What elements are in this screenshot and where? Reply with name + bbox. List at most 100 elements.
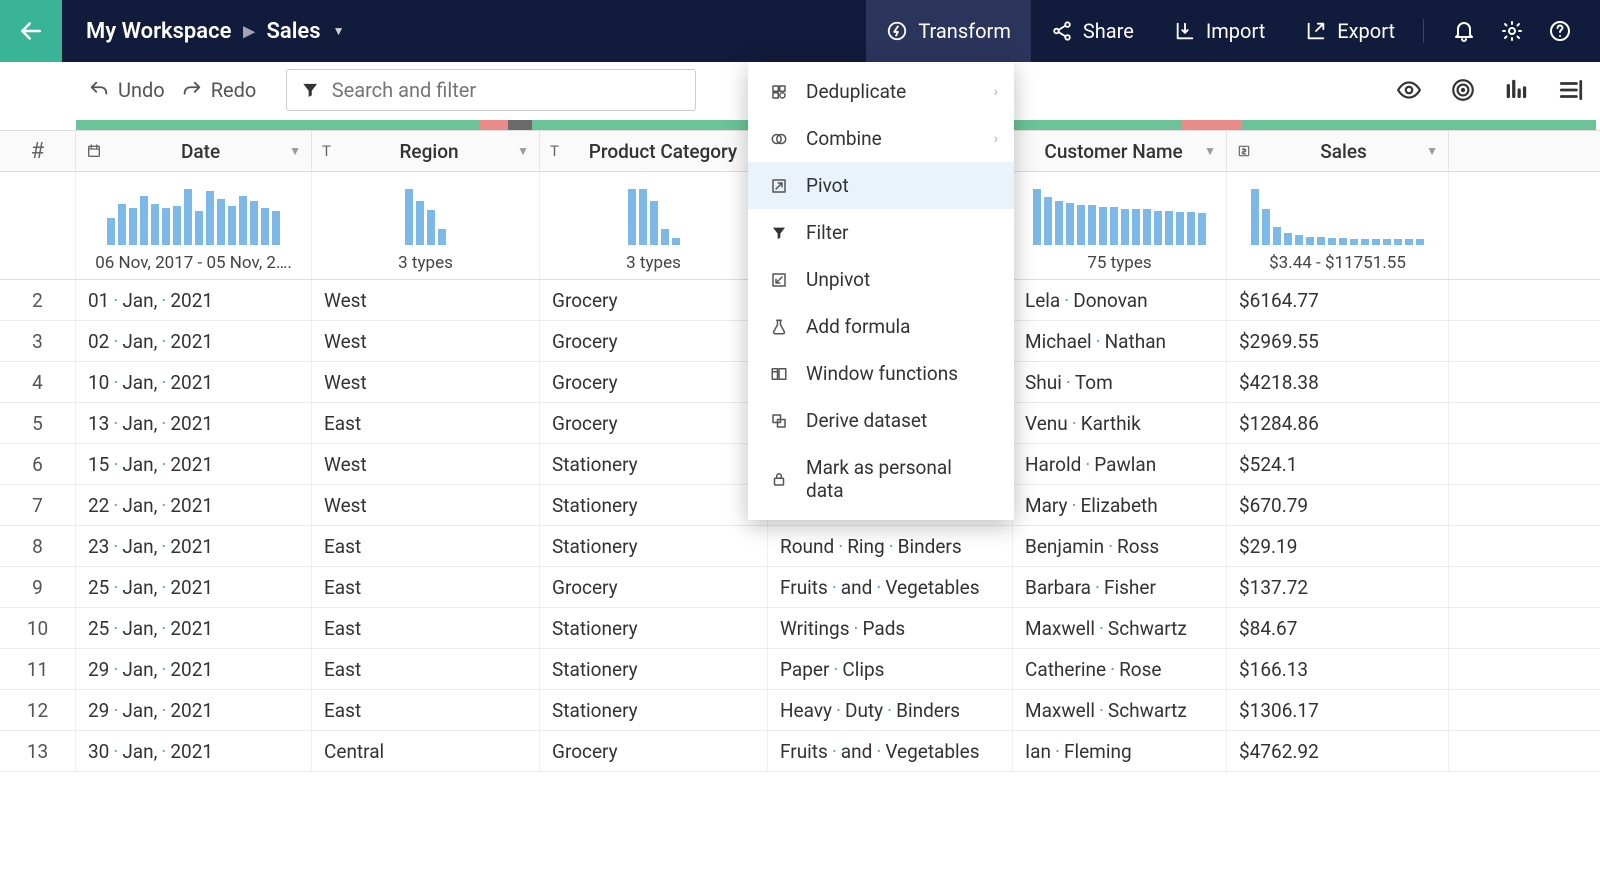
target-icon[interactable] <box>1450 77 1476 103</box>
chart-icon[interactable] <box>1504 77 1530 103</box>
table-row[interactable]: 1229·Jan,·2021EastStationeryHeavy·Duty·B… <box>0 690 1600 731</box>
cell-region[interactable]: West <box>312 321 540 361</box>
cell-sales[interactable]: $4762.92 <box>1227 731 1449 771</box>
col-sales[interactable]: Sales ▼ <box>1227 131 1449 171</box>
cell-date[interactable]: 13·Jan,·2021 <box>76 403 312 443</box>
cell-product[interactable]: Heavy·Duty·Binders <box>768 690 1013 730</box>
cell-product[interactable]: Writings·Pads <box>768 608 1013 648</box>
cell-region[interactable]: East <box>312 690 540 730</box>
cell-category[interactable]: Stationery <box>540 526 768 566</box>
cell-customer[interactable]: Mary·Elizabeth <box>1013 485 1227 525</box>
cell-date[interactable]: 02·Jan,·2021 <box>76 321 312 361</box>
dd-derive-dataset[interactable]: Derive dataset <box>748 397 1014 444</box>
dd-filter[interactable]: Filter <box>748 209 1014 256</box>
cell-date[interactable]: 30·Jan,·2021 <box>76 731 312 771</box>
cell-category[interactable]: Stationery <box>540 444 768 484</box>
cell-region[interactable]: Central <box>312 731 540 771</box>
cell-date[interactable]: 29·Jan,·2021 <box>76 649 312 689</box>
cell-category[interactable]: Stationery <box>540 485 768 525</box>
cell-product[interactable]: Fruits·and·Vegetables <box>768 567 1013 607</box>
table-row[interactable]: 823·Jan,·2021EastStationeryRound·Ring·Bi… <box>0 526 1600 567</box>
chevron-down-icon[interactable]: ▼ <box>289 144 301 158</box>
dd-combine[interactable]: Combine › <box>748 115 1014 162</box>
breadcrumb-workspace[interactable]: My Workspace <box>86 19 231 44</box>
dd-deduplicate[interactable]: Deduplicate › <box>748 68 1014 115</box>
cell-category[interactable]: Grocery <box>540 403 768 443</box>
dd-unpivot[interactable]: Unpivot <box>748 256 1014 303</box>
cell-customer[interactable]: Ian·Fleming <box>1013 731 1227 771</box>
cell-sales[interactable]: $6164.77 <box>1227 280 1449 320</box>
search-input[interactable] <box>332 78 682 102</box>
cell-customer[interactable]: Harold·Pawlan <box>1013 444 1227 484</box>
dd-pivot[interactable]: Pivot <box>748 162 1014 209</box>
import-button[interactable]: Import <box>1154 0 1285 62</box>
cell-product[interactable]: Paper·Clips <box>768 649 1013 689</box>
cell-category[interactable]: Grocery <box>540 321 768 361</box>
cell-date[interactable]: 25·Jan,·2021 <box>76 567 312 607</box>
cell-region[interactable]: West <box>312 280 540 320</box>
cell-customer[interactable]: Catherine·Rose <box>1013 649 1227 689</box>
cell-date[interactable]: 29·Jan,·2021 <box>76 690 312 730</box>
cell-date[interactable]: 22·Jan,·2021 <box>76 485 312 525</box>
cell-date[interactable]: 15·Jan,·2021 <box>76 444 312 484</box>
transform-button[interactable]: Transform <box>866 0 1031 62</box>
col-region[interactable]: T Region ▼ <box>312 131 540 171</box>
redo-button[interactable]: Redo <box>181 78 257 102</box>
cell-customer[interactable]: Shui·Tom <box>1013 362 1227 402</box>
cell-sales[interactable]: $166.13 <box>1227 649 1449 689</box>
cell-category[interactable]: Grocery <box>540 731 768 771</box>
cell-sales[interactable]: $2969.55 <box>1227 321 1449 361</box>
search-box[interactable] <box>286 69 696 111</box>
col-date[interactable]: Date ▼ <box>76 131 312 171</box>
cell-region[interactable]: West <box>312 485 540 525</box>
cell-sales[interactable]: $29.19 <box>1227 526 1449 566</box>
cell-customer[interactable]: Venu·Karthik <box>1013 403 1227 443</box>
panel-icon[interactable] <box>1558 77 1584 103</box>
cell-sales[interactable]: $524.1 <box>1227 444 1449 484</box>
cell-customer[interactable]: Lela·Donovan <box>1013 280 1227 320</box>
cell-region[interactable]: East <box>312 526 540 566</box>
dd-add-formula[interactable]: Add formula <box>748 303 1014 350</box>
share-button[interactable]: Share <box>1031 0 1154 62</box>
cell-category[interactable]: Stationery <box>540 608 768 648</box>
cell-region[interactable]: West <box>312 362 540 402</box>
chevron-down-icon[interactable]: ▼ <box>517 144 529 158</box>
cell-product[interactable]: Round·Ring·Binders <box>768 526 1013 566</box>
cell-customer[interactable]: Benjamin·Ross <box>1013 526 1227 566</box>
cell-date[interactable]: 01·Jan,·2021 <box>76 280 312 320</box>
cell-category[interactable]: Stationery <box>540 649 768 689</box>
dd-personal-data[interactable]: Mark as personal data <box>748 444 1014 514</box>
chevron-down-icon[interactable]: ▼ <box>1426 144 1438 158</box>
cell-sales[interactable]: $137.72 <box>1227 567 1449 607</box>
dd-window-functions[interactable]: Window functions <box>748 350 1014 397</box>
cell-category[interactable]: Stationery <box>540 690 768 730</box>
help-icon[interactable] <box>1548 19 1572 43</box>
breadcrumb-page[interactable]: Sales <box>266 19 320 44</box>
chevron-down-icon[interactable]: ▼ <box>1204 144 1216 158</box>
cell-region[interactable]: East <box>312 403 540 443</box>
cell-customer[interactable]: Barbara·Fisher <box>1013 567 1227 607</box>
table-row[interactable]: 925·Jan,·2021EastGroceryFruits·and·Veget… <box>0 567 1600 608</box>
cell-customer[interactable]: Michael·Nathan <box>1013 321 1227 361</box>
cell-sales[interactable]: $1284.86 <box>1227 403 1449 443</box>
col-customer[interactable]: Customer Name ▼ <box>1013 131 1227 171</box>
eye-icon[interactable] <box>1396 77 1422 103</box>
bell-icon[interactable] <box>1452 19 1476 43</box>
back-button[interactable] <box>0 0 62 62</box>
cell-date[interactable]: 23·Jan,·2021 <box>76 526 312 566</box>
export-button[interactable]: Export <box>1285 0 1415 62</box>
cell-sales[interactable]: $84.67 <box>1227 608 1449 648</box>
cell-sales[interactable]: $670.79 <box>1227 485 1449 525</box>
cell-date[interactable]: 10·Jan,·2021 <box>76 362 312 402</box>
table-row[interactable]: 1129·Jan,·2021EastStationeryPaper·ClipsC… <box>0 649 1600 690</box>
cell-category[interactable]: Grocery <box>540 280 768 320</box>
cell-category[interactable]: Grocery <box>540 567 768 607</box>
cell-region[interactable]: East <box>312 649 540 689</box>
cell-category[interactable]: Grocery <box>540 362 768 402</box>
chevron-down-icon[interactable]: ▼ <box>333 24 345 38</box>
cell-region[interactable]: West <box>312 444 540 484</box>
cell-sales[interactable]: $4218.38 <box>1227 362 1449 402</box>
gear-icon[interactable] <box>1500 19 1524 43</box>
table-row[interactable]: 1330·Jan,·2021CentralGroceryFruits·and·V… <box>0 731 1600 772</box>
cell-region[interactable]: East <box>312 608 540 648</box>
